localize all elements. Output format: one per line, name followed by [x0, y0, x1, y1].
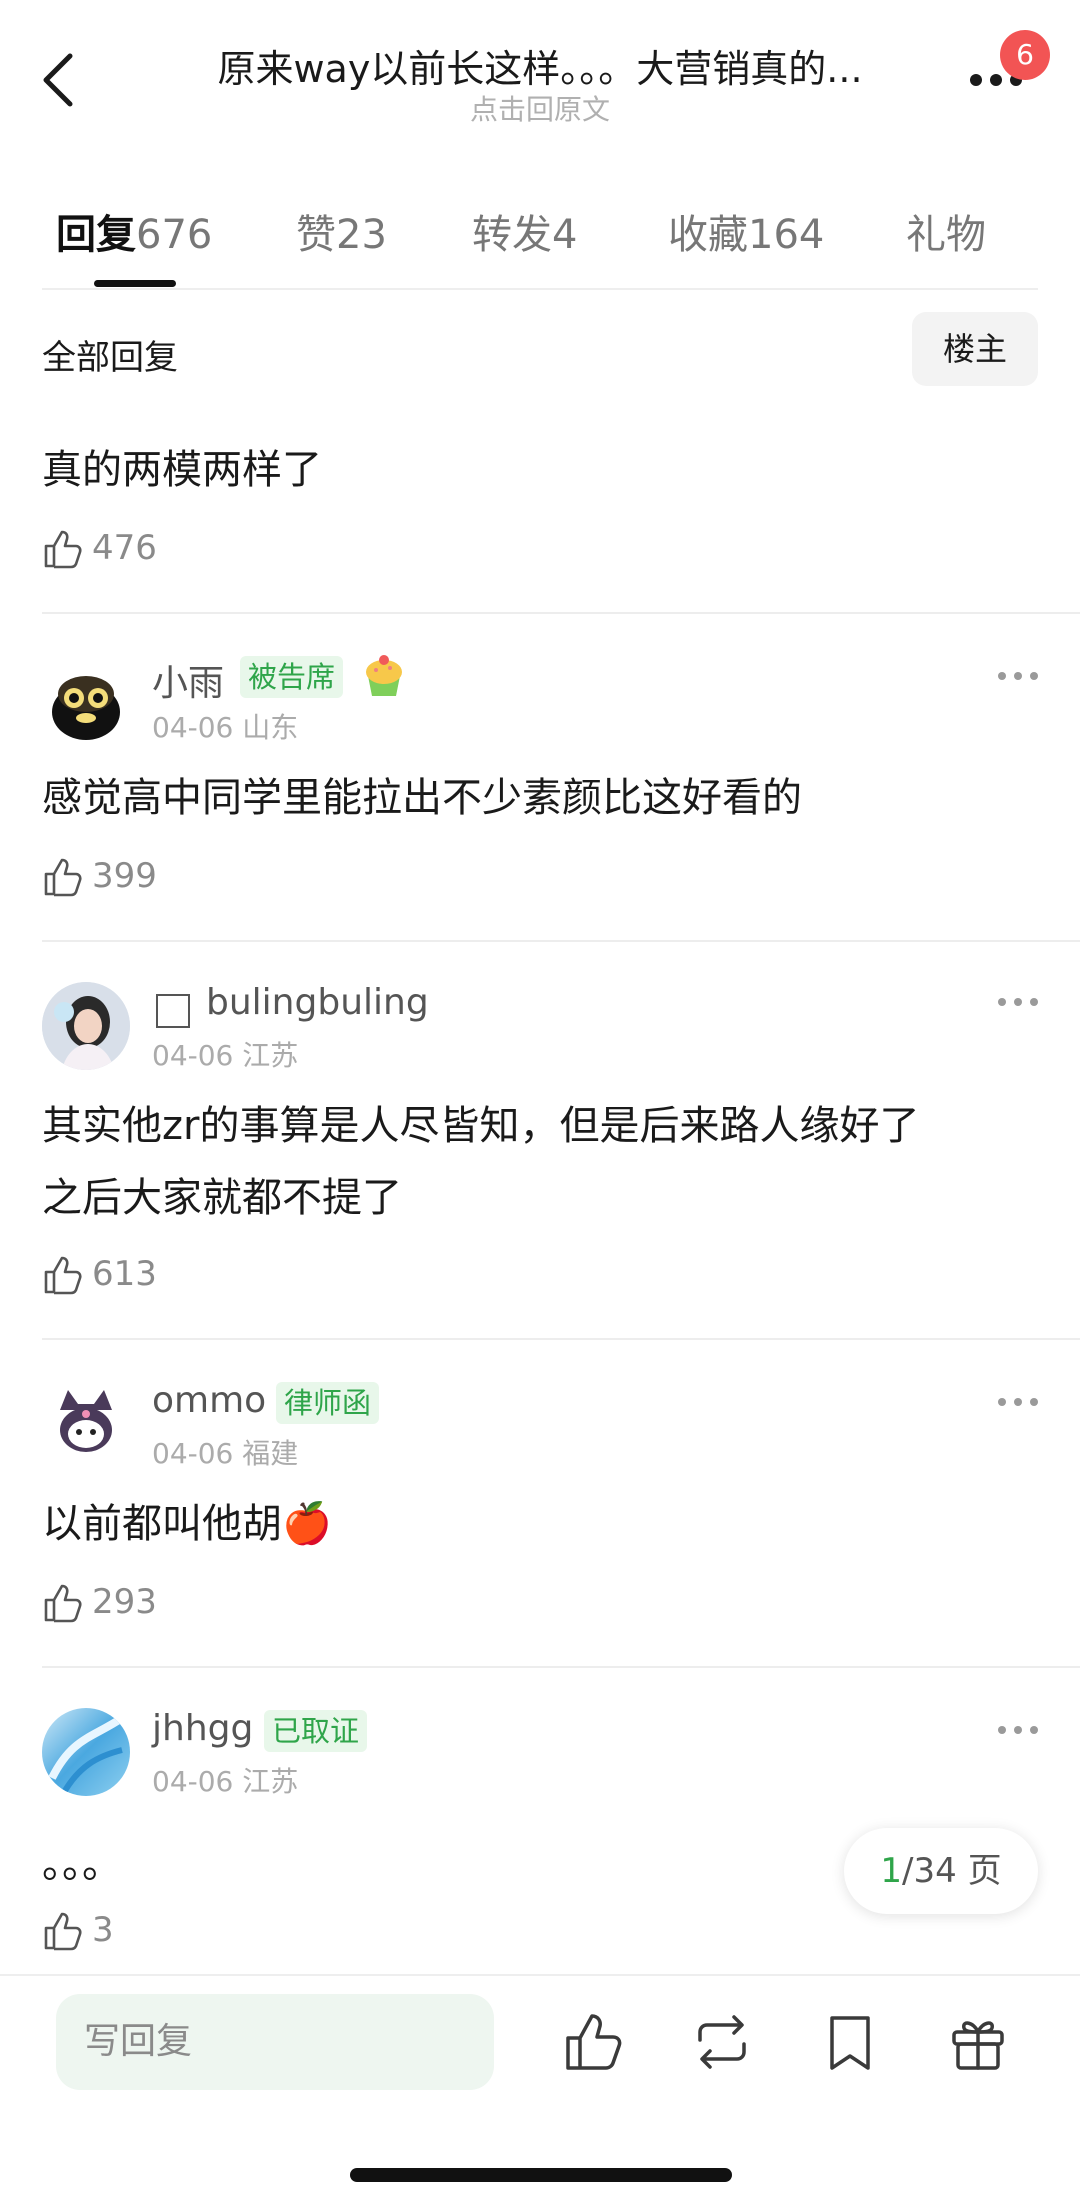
- comment-location: 福建: [242, 1437, 299, 1470]
- comment-location: 山东: [242, 711, 299, 744]
- tab-label: 转发: [472, 212, 552, 258]
- comment-date: 04-06: [152, 1765, 234, 1798]
- comment-location: 江苏: [242, 1765, 299, 1798]
- tab-count: 4: [552, 212, 578, 258]
- divider: [42, 288, 1038, 290]
- divider: [42, 1666, 1080, 1668]
- like-count: 476: [92, 528, 157, 568]
- tab-likes[interactable]: 赞23: [296, 202, 387, 260]
- repost-icon[interactable]: [690, 2010, 754, 2074]
- home-indicator: [350, 2168, 732, 2182]
- comment-meta: 04-06 江苏: [152, 1760, 298, 1800]
- all-replies-label[interactable]: 全部回复: [42, 330, 178, 379]
- tab-label: 收藏: [668, 212, 748, 258]
- tab-count: 23: [336, 212, 387, 258]
- comment-meta: 04-06 山东: [152, 706, 298, 746]
- avatar[interactable]: [42, 660, 130, 748]
- tab-favorites[interactable]: 收藏164: [668, 202, 824, 260]
- header: 原来way以前长这样。。。大营销真的... 点击回原文 6: [0, 0, 1080, 150]
- more-icon[interactable]: [998, 1726, 1038, 1736]
- tab-bar: 回复676 赞23 转发4 收藏164 礼物: [0, 190, 1080, 290]
- current-page: 1: [880, 1851, 903, 1891]
- user-badge: 已取证: [264, 1710, 368, 1752]
- thumbs-up-icon: [44, 1256, 82, 1295]
- divider: [42, 612, 1080, 614]
- thumbs-up-icon: [44, 858, 82, 897]
- user-badge: 被告席: [240, 656, 344, 698]
- comment-text-line: 其实他zr的事算是人尽皆知，但是后来路人缘好了: [42, 1103, 920, 1149]
- avatar[interactable]: [42, 1708, 130, 1796]
- active-tab-indicator: [94, 280, 176, 287]
- gift-icon[interactable]: [946, 2010, 1010, 2074]
- thumbs-up-icon[interactable]: [562, 2010, 626, 2074]
- op-only-button[interactable]: 楼主: [912, 312, 1038, 386]
- comment-meta: 04-06 江苏: [152, 1034, 298, 1074]
- comment-text: 真的两模两样了: [42, 447, 322, 493]
- comment-location: 江苏: [242, 1039, 299, 1072]
- comment-text-line: 之后大家就都不提了: [42, 1175, 402, 1221]
- comment-date: 04-06: [152, 1437, 234, 1470]
- like-count: 3: [92, 1910, 114, 1950]
- tab-gifts[interactable]: 礼物: [906, 202, 986, 260]
- thumbs-up-icon: [44, 1584, 82, 1623]
- thumbs-up-icon: [44, 530, 82, 569]
- like-count: 613: [92, 1254, 157, 1294]
- username[interactable]: 小雨: [152, 654, 224, 706]
- back-arrow-icon[interactable]: [38, 50, 78, 110]
- username[interactable]: jhhgg: [152, 1708, 253, 1749]
- bookmark-icon[interactable]: [818, 2010, 882, 2074]
- username[interactable]: ommo: [152, 1380, 266, 1421]
- tab-label: 回复: [56, 212, 136, 258]
- cupcake-icon: [358, 650, 410, 702]
- divider: [42, 940, 1080, 942]
- comment-text: 以前都叫他胡🍎: [42, 1501, 332, 1547]
- tab-reposts[interactable]: 转发4: [472, 202, 577, 260]
- thumbs-up-icon: [44, 1912, 82, 1951]
- tab-count: 676: [136, 212, 213, 258]
- avatar[interactable]: [42, 1380, 130, 1468]
- comment-meta: 04-06 福建: [152, 1432, 298, 1472]
- username[interactable]: bulingbuling: [206, 982, 429, 1023]
- divider: [0, 1974, 1080, 1976]
- more-icon[interactable]: [998, 998, 1038, 1008]
- comment-date: 04-06: [152, 711, 234, 744]
- tab-replies[interactable]: 回复676: [56, 202, 212, 260]
- post-title[interactable]: 原来way以前长这样。。。大营销真的...: [180, 38, 900, 93]
- more-icon[interactable]: [998, 672, 1038, 682]
- comment-text: 感觉高中同学里能拉出不少素颜比这好看的: [42, 775, 802, 821]
- divider: [42, 1338, 1080, 1340]
- total-pages: /34 页: [902, 1851, 1002, 1891]
- more-icon[interactable]: [998, 1398, 1038, 1408]
- avatar[interactable]: [42, 982, 130, 1070]
- empty-badge-icon: [156, 994, 190, 1028]
- back-to-post-link[interactable]: 点击回原文: [390, 88, 690, 128]
- tab-count: 164: [748, 212, 825, 258]
- tab-label: 赞: [296, 212, 336, 258]
- tab-label: 礼物: [906, 212, 986, 258]
- page-indicator[interactable]: 1/34 页: [844, 1828, 1038, 1914]
- like-count: 399: [92, 856, 157, 896]
- reply-input[interactable]: 写回复: [56, 1994, 494, 2090]
- comment-date: 04-06: [152, 1039, 234, 1072]
- user-badge: 律师函: [276, 1382, 380, 1424]
- thread-page: 原来way以前长这样。。。大营销真的... 点击回原文 6 回复676 赞23 …: [0, 0, 1080, 2201]
- notification-badge: 6: [1000, 30, 1050, 80]
- like-count: 293: [92, 1582, 157, 1622]
